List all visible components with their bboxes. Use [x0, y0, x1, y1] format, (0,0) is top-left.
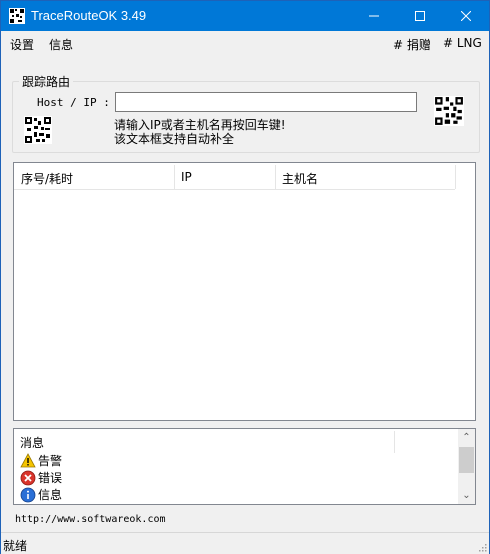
group-title: 跟踪路由 [19, 73, 74, 90]
results-list[interactable]: 序号/耗时 IP 主机名 [13, 162, 476, 421]
message-warning[interactable]: 告警 [20, 452, 62, 469]
close-button[interactable] [443, 1, 489, 31]
messages-list[interactable]: 消息 告警 错误 信息 ⌃ ⌄ [13, 428, 476, 505]
title-bar[interactable]: TraceRouteOK 3.49 [1, 1, 489, 31]
message-label: 信息 [38, 488, 63, 502]
maximize-icon [415, 11, 425, 21]
column-divider[interactable] [275, 165, 276, 189]
menu-language[interactable]: # LNG [443, 36, 482, 50]
website-link[interactable]: http://www.softwareok.com [15, 514, 166, 525]
resize-grip-icon[interactable] [477, 542, 487, 552]
column-header-hostname[interactable]: 主机名 [282, 170, 318, 187]
results-header: 序号/耗时 IP 主机名 [14, 163, 456, 190]
column-header-index-time[interactable]: 序号/耗时 [21, 170, 73, 187]
messages-scrollbar[interactable]: ⌃ ⌄ [458, 429, 475, 504]
host-label: Host / IP : [37, 96, 110, 109]
chevron-up-icon: ⌃ [462, 432, 471, 443]
column-divider[interactable] [174, 165, 175, 189]
message-label: 告警 [38, 454, 63, 468]
column-divider[interactable] [455, 165, 456, 189]
minimize-button[interactable] [351, 1, 397, 31]
hint-line-1: 请输入IP或者主机名再按回车键! [114, 118, 286, 132]
window-title: TraceRouteOK 3.49 [31, 8, 147, 23]
hint-line-2: 该文本框支持自动补全 [114, 132, 235, 146]
app-window: TraceRouteOK 3.49 设置 信息 # 捐赠 # LNG 跟踪路由 … [0, 0, 490, 554]
menu-donate[interactable]: # 捐赠 [393, 36, 431, 53]
trace-route-group: 跟踪路由 Host / IP : 请输入IP或者主机名再按回车键! 该文本框支持… [12, 73, 480, 153]
scroll-up-button[interactable]: ⌃ [458, 429, 475, 446]
message-label: 错误 [38, 471, 63, 485]
column-header-ip[interactable]: IP [181, 170, 192, 184]
app-icon [9, 8, 25, 24]
status-bar: 就绪 [1, 532, 489, 554]
qr-code-icon[interactable] [24, 116, 52, 144]
host-input[interactable] [115, 92, 417, 112]
menu-bar: 设置 信息 # 捐赠 # LNG [1, 31, 489, 55]
hint-text: 请输入IP或者主机名再按回车键! 该文本框支持自动补全 [114, 118, 286, 146]
message-error[interactable]: 错误 [20, 469, 62, 486]
message-info[interactable]: 信息 [20, 486, 62, 503]
info-icon [20, 487, 36, 502]
minimize-icon [369, 15, 379, 17]
menu-info[interactable]: 信息 [49, 36, 73, 53]
close-icon [461, 11, 471, 21]
warning-icon [20, 452, 36, 467]
scroll-thumb[interactable] [459, 447, 474, 473]
scroll-down-button[interactable]: ⌄ [458, 487, 475, 504]
chevron-down-icon: ⌄ [462, 490, 471, 501]
column-divider[interactable] [394, 431, 395, 453]
qr-code-icon[interactable] [434, 96, 464, 126]
maximize-button[interactable] [397, 1, 443, 31]
error-icon [20, 470, 36, 485]
status-text: 就绪 [3, 539, 28, 553]
menu-settings[interactable]: 设置 [10, 36, 34, 53]
messages-header[interactable]: 消息 [20, 434, 44, 451]
